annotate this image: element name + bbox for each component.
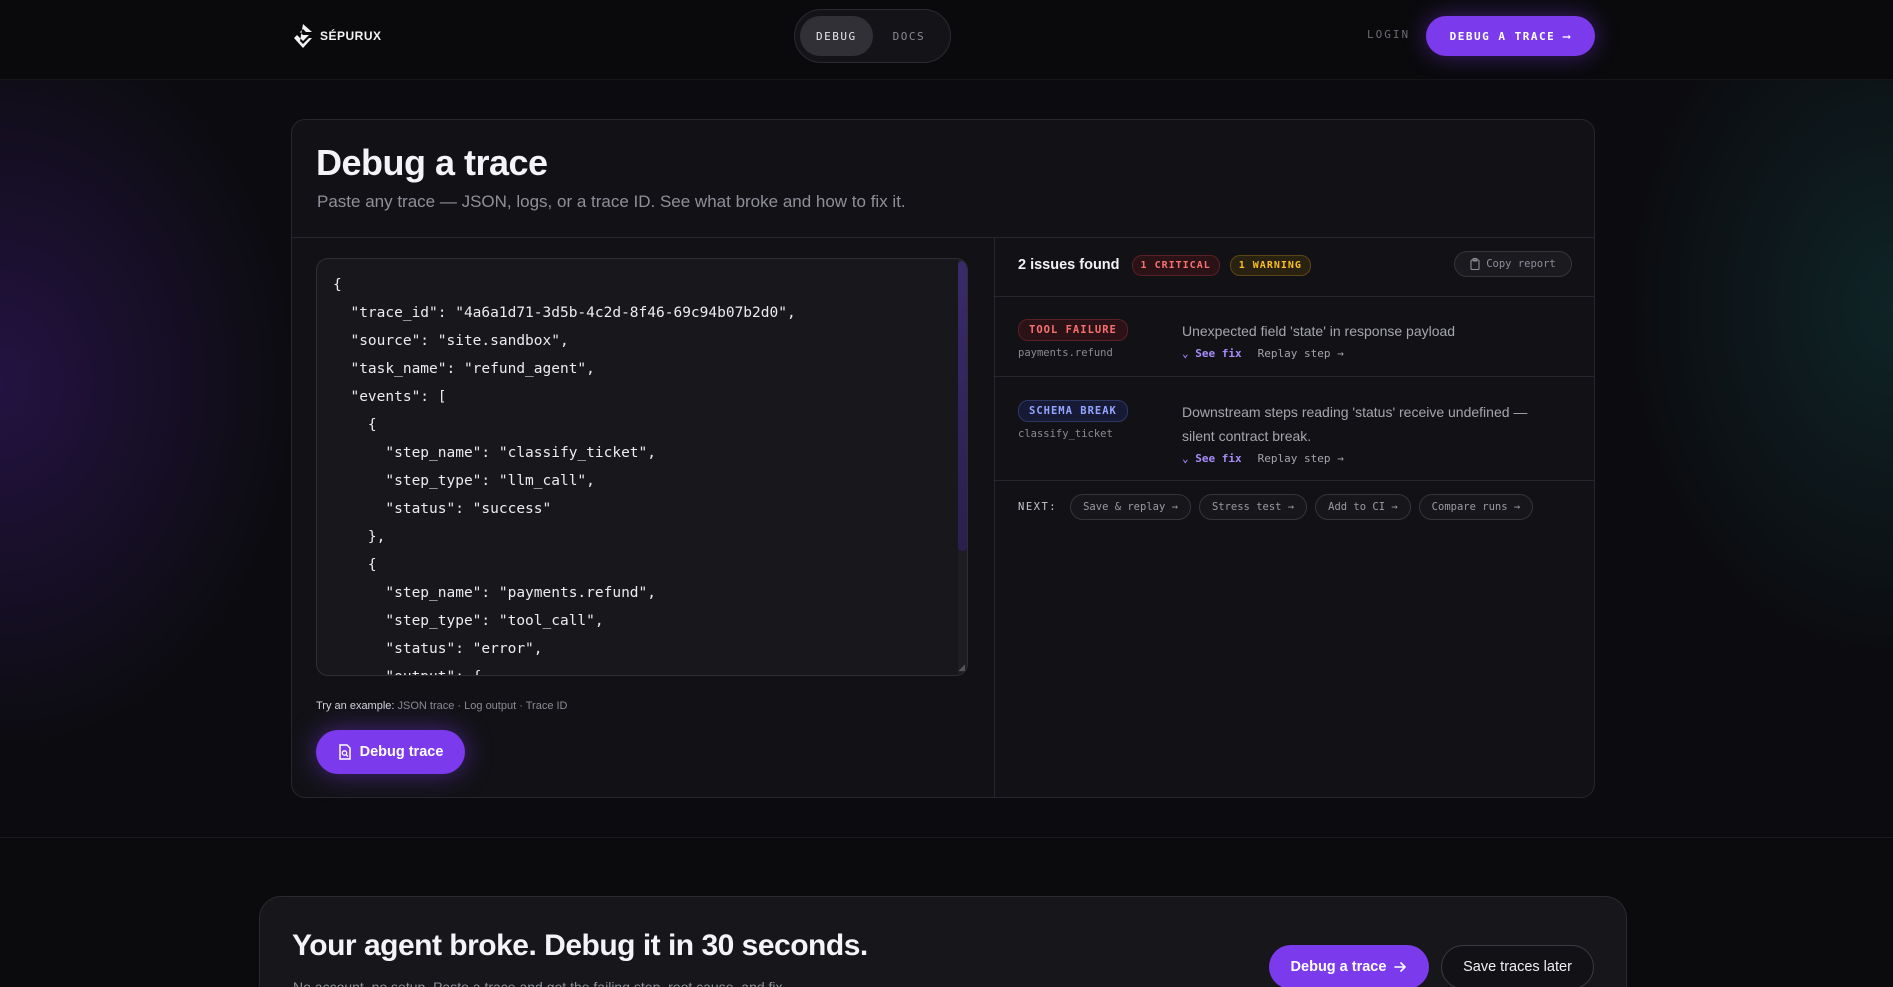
- hero-section: Debug a trace Paste any trace — JSON, lo…: [0, 80, 1893, 838]
- replay-step-button[interactable]: Replay step →: [1258, 347, 1344, 360]
- next-label: NEXT:: [1018, 501, 1058, 513]
- file-search-icon: [338, 744, 351, 760]
- issue-message: Unexpected field 'state' in response pay…: [1182, 323, 1456, 339]
- cta-title: Your agent broke. Debug it in 30 seconds…: [292, 929, 868, 962]
- code-line: {: [333, 277, 342, 293]
- see-fix-label: See fix: [1195, 347, 1242, 360]
- see-fix-label: See fix: [1195, 452, 1242, 465]
- code-line: "source": "site.sandbox",: [333, 333, 569, 349]
- next-actions: NEXT: Save & replay → Stress test → Add …: [1018, 494, 1534, 520]
- code-line: {: [333, 557, 377, 573]
- login-link[interactable]: LOGIN: [1367, 28, 1410, 41]
- debug-trace-button[interactable]: Debug trace: [316, 730, 465, 774]
- see-fix-button[interactable]: ⌄ See fix: [1182, 452, 1242, 465]
- debug-a-trace-label: Debug a trace: [1290, 959, 1387, 975]
- code-line: "step_type": "llm_call",: [333, 473, 595, 489]
- divider: [995, 376, 1594, 377]
- compare-runs-button[interactable]: Compare runs →: [1418, 494, 1534, 520]
- cta-subtitle: No account, no setup. Paste a trace and …: [293, 979, 787, 987]
- resize-handle-icon[interactable]: ◢: [958, 662, 965, 673]
- example-links[interactable]: JSON trace · Log output · Trace ID: [398, 700, 568, 712]
- issue-type-badge: SCHEMA BREAK: [1018, 400, 1128, 422]
- code-line: "status": "error",: [333, 641, 543, 657]
- chevron-down-icon: ⌄: [1182, 452, 1196, 465]
- warning-badge: 1 WARNING: [1229, 254, 1311, 276]
- see-fix-button[interactable]: ⌄ See fix: [1182, 347, 1242, 360]
- stress-test-button[interactable]: Stress test →: [1198, 494, 1308, 520]
- code-line: "step_name": "classify_ticket",: [333, 445, 657, 461]
- debug-a-trace-button[interactable]: Debug a trace: [1269, 945, 1429, 987]
- issue-actions: ⌄ See fix Replay step →: [1182, 347, 1344, 360]
- replay-step-button[interactable]: Replay step →: [1258, 452, 1344, 465]
- code-line: },: [333, 529, 386, 545]
- divider: [292, 237, 1594, 238]
- code-line: "step_type": "tool_call",: [333, 613, 604, 629]
- issues-count: 2 issues found: [1018, 257, 1120, 273]
- code-line: "output": {: [333, 663, 796, 675]
- save-replay-button[interactable]: Save & replay →: [1070, 494, 1191, 520]
- code-line: "trace_id": "4a6a1d71-3d5b-4c2d-8f46-69c…: [333, 305, 796, 321]
- divider: [995, 480, 1594, 481]
- arrow-right-icon: [1394, 962, 1407, 972]
- top-navigation: SÉPURUX DEBUG DOCS LOGIN DEBUG A TRACE ⟶: [0, 0, 1893, 80]
- tab-docs[interactable]: DOCS: [877, 16, 942, 56]
- results-header: 2 issues found 1 CRITICAL 1 WARNING: [994, 253, 1311, 277]
- logo-icon: [294, 24, 312, 48]
- issue-type-badge: TOOL FAILURE: [1018, 319, 1128, 341]
- code-line: "events": [: [333, 389, 447, 405]
- add-to-ci-button[interactable]: Add to CI →: [1315, 494, 1411, 520]
- arrow-right-icon: ⟶: [1563, 29, 1572, 43]
- issue-step: payments.refund: [1018, 347, 1113, 359]
- tab-debug[interactable]: DEBUG: [800, 16, 873, 56]
- brand-logo[interactable]: SÉPURUX: [292, 23, 382, 49]
- page-title: Debug a trace: [316, 142, 548, 183]
- save-traces-later-button[interactable]: Save traces later: [1441, 945, 1594, 987]
- cta-banner: Your agent broke. Debug it in 30 seconds…: [259, 896, 1627, 987]
- clipboard-icon: [1470, 258, 1480, 270]
- scrollbar-thumb[interactable]: [958, 261, 967, 551]
- examples-row: Try an example: JSON trace · Log output …: [316, 700, 568, 712]
- code-line: "step_name": "payments.refund",: [333, 585, 657, 601]
- trace-code[interactable]: { "trace_id": "4a6a1d71-3d5b-4c2d-8f46-6…: [333, 271, 796, 675]
- issue-step: classify_ticket: [1018, 428, 1113, 440]
- debug-trace-nav-label: DEBUG A TRACE: [1449, 29, 1556, 43]
- issue-item: SCHEMA BREAK classify_ticket Downstream …: [1018, 400, 1578, 480]
- copy-report-label: Copy report: [1486, 258, 1556, 270]
- divider: [995, 296, 1594, 297]
- debug-panel: Debug a trace Paste any trace — JSON, lo…: [291, 119, 1595, 798]
- copy-report-button[interactable]: Copy report: [1454, 251, 1572, 277]
- editor-scrollbar[interactable]: [958, 259, 967, 675]
- code-line: "status": "success": [333, 501, 552, 517]
- trace-input-editor[interactable]: { "trace_id": "4a6a1d71-3d5b-4c2d-8f46-6…: [316, 258, 968, 676]
- issue-message: Downstream steps reading 'status' receiv…: [1182, 404, 1528, 444]
- try-example-label: Try an example:: [316, 700, 395, 712]
- critical-badge: 1 CRITICAL: [1131, 254, 1220, 276]
- nav-tabs: DEBUG DOCS: [794, 9, 951, 63]
- issue-item: TOOL FAILURE payments.refund Unexpected …: [1018, 319, 1578, 379]
- page-subtitle: Paste any trace — JSON, logs, or a trace…: [317, 192, 906, 211]
- divider: [994, 238, 995, 798]
- debug-trace-label: Debug trace: [359, 744, 444, 760]
- chevron-down-icon: ⌄: [1182, 347, 1196, 360]
- code-line: {: [333, 417, 377, 433]
- code-line: "task_name": "refund_agent",: [333, 361, 595, 377]
- issue-actions: ⌄ See fix Replay step →: [1182, 452, 1344, 465]
- debug-trace-nav-button[interactable]: DEBUG A TRACE ⟶: [1426, 16, 1595, 56]
- brand-name: SÉPURUX: [320, 29, 382, 43]
